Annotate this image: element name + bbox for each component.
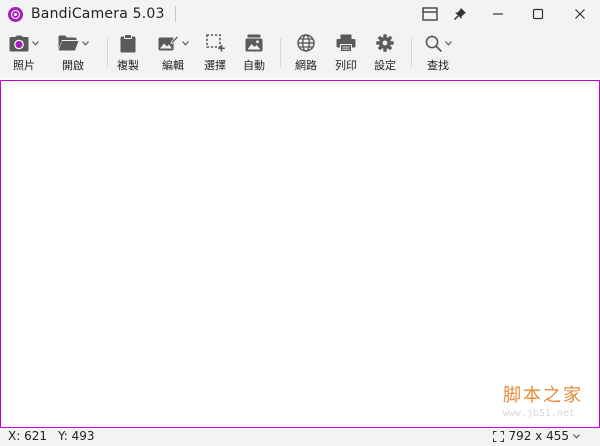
find-dropdown-chevron-icon[interactable]	[444, 40, 452, 46]
status-bar: X: 621 Y: 493 792 x 455	[0, 428, 600, 446]
watermark-brand: 脚本之家	[503, 385, 583, 406]
close-icon	[575, 9, 585, 19]
search-icon	[425, 35, 442, 52]
auto-capture-icon	[245, 34, 263, 52]
select-label: 選擇	[204, 59, 226, 72]
globe-icon	[297, 34, 315, 52]
folder-icon	[58, 35, 78, 51]
pin-button[interactable]	[440, 0, 480, 28]
find-button[interactable]: 查找	[418, 28, 458, 78]
copy-button[interactable]: 複製	[112, 28, 144, 78]
minimize-icon	[493, 13, 503, 15]
capture-size-selector[interactable]: 792 x 455	[493, 429, 584, 443]
edit-label: 編輯	[162, 59, 184, 72]
close-button[interactable]	[560, 0, 600, 28]
find-label: 查找	[427, 59, 449, 72]
copy-label: 複製	[117, 59, 139, 72]
select-region-icon	[205, 34, 225, 52]
capture-size-value: 792 x 455	[508, 429, 569, 443]
edit-image-icon	[158, 34, 179, 50]
maximize-icon	[532, 8, 544, 20]
photo-dropdown-chevron-icon[interactable]	[32, 40, 39, 46]
toolbar-separator	[411, 38, 412, 68]
settings-button[interactable]: 設定	[369, 28, 401, 78]
gear-icon	[376, 34, 394, 52]
network-button[interactable]: 網路	[290, 28, 322, 78]
settings-label: 設定	[374, 59, 396, 72]
toolbar-separator	[280, 38, 281, 68]
pin-icon	[453, 8, 466, 21]
print-button[interactable]: 列印	[330, 28, 362, 78]
title-bar: BandiCamera 5.03	[0, 0, 600, 28]
auto-button[interactable]: 自動	[238, 28, 270, 78]
watermark-url: www.jb51.net	[502, 408, 575, 419]
print-label: 列印	[335, 59, 357, 72]
resize-frame-icon	[493, 430, 505, 442]
app-logo-icon	[8, 6, 23, 22]
toolbar: 照片 開啟 複製 編輯 選擇 自動 網路 列印 設定 查找	[0, 28, 600, 78]
network-label: 網路	[295, 59, 317, 72]
open-dropdown-chevron-icon[interactable]	[81, 40, 89, 46]
window-title: BandiCamera 5.03	[31, 6, 165, 22]
capture-canvas[interactable]: 脚本之家 www.jb51.net	[0, 80, 600, 428]
open-button[interactable]: 開啟	[52, 28, 94, 78]
chevron-down-icon	[573, 433, 580, 439]
auto-label: 自動	[243, 59, 265, 72]
toolbar-separator	[107, 38, 108, 68]
select-button[interactable]: 選擇	[199, 28, 231, 78]
window-mode-icon	[422, 7, 438, 21]
printer-icon	[336, 34, 356, 52]
cursor-x-readout: X: 621	[8, 429, 47, 443]
minimize-button[interactable]	[478, 0, 518, 28]
cursor-y-readout: Y: 493	[58, 429, 95, 443]
clipboard-icon	[120, 33, 136, 52]
open-label: 開啟	[62, 59, 84, 72]
maximize-button[interactable]	[518, 0, 558, 28]
photo-label: 照片	[13, 59, 35, 72]
photo-button[interactable]: 照片	[4, 28, 44, 78]
camera-icon	[9, 35, 29, 51]
edit-dropdown-chevron-icon[interactable]	[181, 40, 189, 46]
edit-button[interactable]: 編輯	[152, 28, 194, 78]
title-separator	[174, 6, 176, 22]
